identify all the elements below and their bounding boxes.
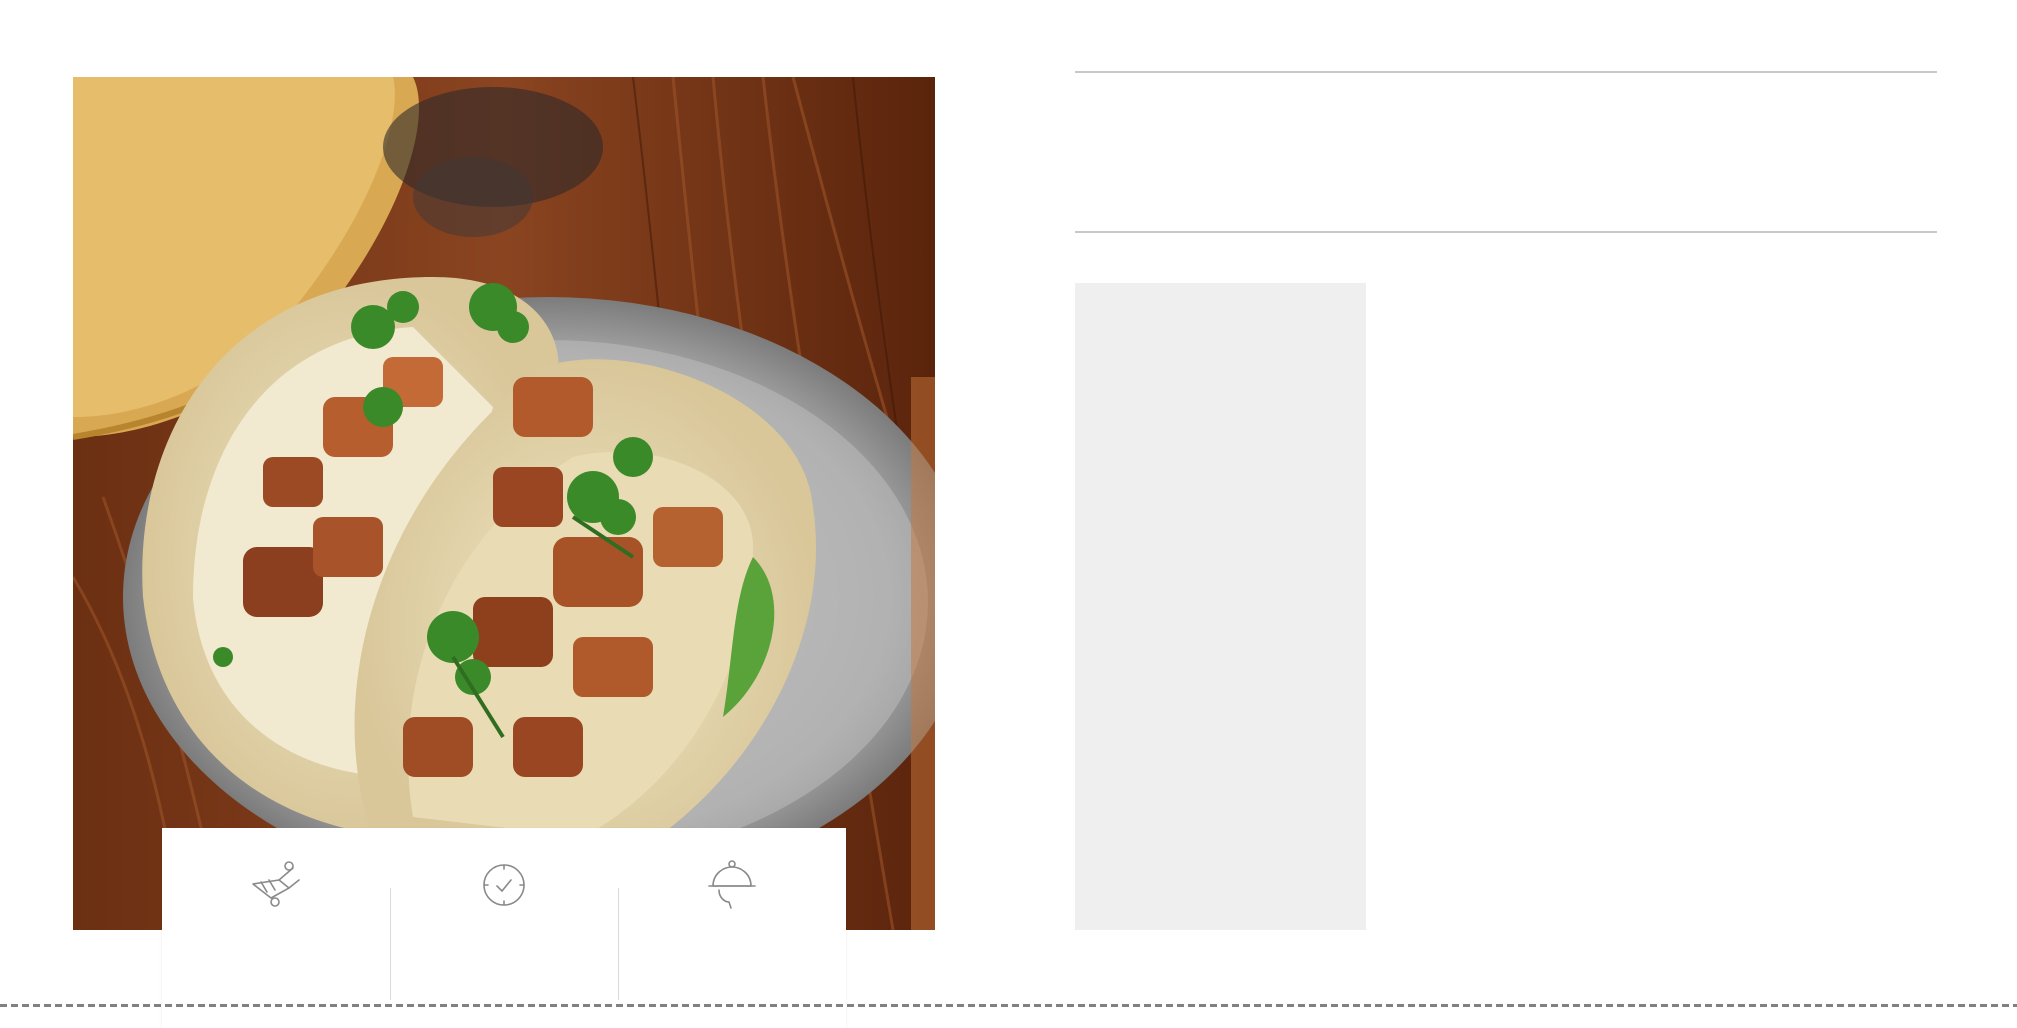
title-area (1075, 74, 1937, 230)
recipe-info-card (162, 828, 846, 1028)
cook-time-column (390, 852, 618, 1028)
title-bottom-rule (1075, 231, 1937, 233)
prep-time-column (162, 852, 390, 1028)
ingredients-panel (1075, 283, 1366, 930)
top-rule (1075, 71, 1937, 73)
method-text-area (1400, 283, 1937, 930)
recipe-photo (73, 77, 935, 930)
tacos-image (73, 77, 935, 930)
clock-icon (477, 858, 531, 910)
bottom-dotted-line (0, 1004, 2017, 1007)
cloche-serving-icon (705, 858, 759, 910)
servings-column (618, 852, 846, 1028)
prep-knife-icon (249, 858, 303, 910)
